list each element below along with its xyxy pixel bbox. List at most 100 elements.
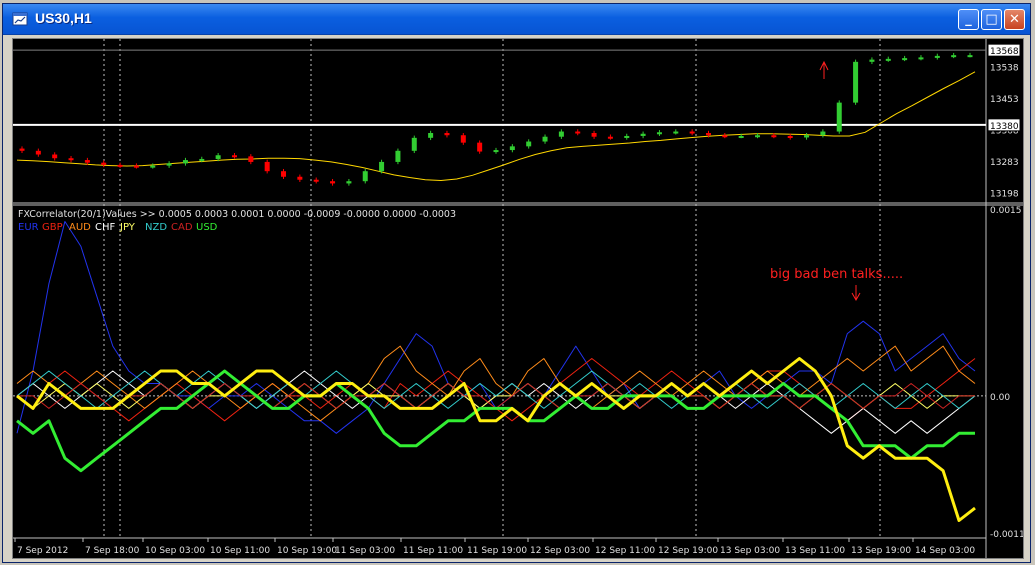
candle-body [313,179,319,182]
candle-body [493,150,499,153]
candle-body [281,171,287,177]
candle-body [428,133,434,138]
indicator-series-nzd [16,370,976,409]
candle-body [624,135,630,138]
indicator-series-gbp [16,358,976,422]
price-tick-label: 13453 [990,95,1019,105]
candle-body [231,155,237,158]
candle-body [248,156,254,162]
candle-body [853,61,859,103]
price-tick-label: 13538 [990,63,1019,73]
x-axis-label: 14 Sep 03:00 [915,546,975,556]
x-axis-label: 7 Sep 18:00 [85,546,140,556]
window-title: US30,H1 [35,10,92,26]
indicator-series-chf [16,370,976,434]
candle-body [689,131,695,134]
legend-nzd: NZD [145,222,167,233]
candle-body [444,133,450,136]
candle-body [836,102,842,132]
maximize-button[interactable]: □ [981,9,1002,30]
window-titlebar[interactable]: US30,H1 _ □ ✕ [3,4,1030,35]
candle-body [19,148,25,151]
candle-body [395,150,401,162]
x-axis-label: 12 Sep 19:00 [658,546,718,556]
price-panel [13,39,1023,558]
x-axis-label: 10 Sep 19:00 [277,546,337,556]
indicator-tick-label: 0.00 [990,393,1010,403]
candle-body [771,135,777,138]
close-button[interactable]: ✕ [1004,9,1025,30]
price-tick-label: 13283 [990,158,1019,168]
minimize-button[interactable]: _ [958,9,979,30]
candle-body [477,142,483,152]
indicator-tick-label: -0.0011 [990,530,1023,540]
chart-area[interactable]: 135381345313368132831319813568133800.001… [12,38,1025,559]
candle-body [705,133,711,136]
candle-body [199,158,205,161]
x-axis-label: 11 Sep 03:00 [335,546,395,556]
candle-body [362,171,368,182]
candle-body [558,131,564,137]
candle-body [575,131,581,134]
candle-body [166,163,172,166]
candle-body [820,131,826,136]
candle-body [117,164,123,167]
level-price-label: 13380 [990,122,1019,132]
candle-body [509,146,515,151]
candle-body [84,160,90,163]
candle-body [607,136,613,139]
candle-body [934,55,940,58]
candle-body [902,58,908,61]
legend-chf: CHF [95,222,116,233]
chart-window: US30,H1 _ □ ✕ 13538134531336813283131981… [2,3,1031,563]
candle-body [182,160,188,164]
annotation-text: big bad ben talks..... [770,267,903,282]
candle-body [52,154,58,159]
candle-body [346,181,352,184]
candle-body [330,181,336,184]
legend-usd: USD [196,222,218,233]
candle-body [640,133,646,136]
legend-cad: CAD [171,222,193,233]
candle-body [35,150,41,155]
x-axis-label: 10 Sep 03:00 [145,546,205,556]
x-axis-label: 7 Sep 2012 [17,546,68,556]
x-axis-label: 13 Sep 19:00 [851,546,911,556]
candle-body [460,135,466,143]
candle-body [526,141,532,147]
candle-body [379,161,385,172]
legend-eur: EUR [18,222,39,233]
candle-body [967,55,973,58]
candle-body [215,155,221,159]
candle-body [755,135,761,138]
candle-body [738,135,744,138]
candle-body [804,135,810,138]
candle-body [885,58,891,61]
current-price-label: 13568 [990,47,1019,57]
legend-jpy: JPY [119,222,136,233]
candle-body [411,137,417,151]
candle-body [918,57,924,60]
indicator-values-label: FXCorrelator(20/1)Values >> 0.0005 0.000… [18,209,456,220]
x-axis-label: 13 Sep 11:00 [785,546,845,556]
candle-body [264,161,270,172]
indicator-tick-label: 0.0015 [990,206,1022,216]
candle-body [787,135,793,138]
candle-body [869,59,875,62]
candle-body [101,162,107,165]
candle-body [722,135,728,138]
x-axis-label: 11 Sep 19:00 [467,546,527,556]
candle-body [673,131,679,134]
annotation-arrow-down [851,285,861,302]
candle-body [68,158,74,161]
candle-body [150,165,156,168]
legend-aud: AUD [69,222,91,233]
x-axis-label: 11 Sep 11:00 [403,546,463,556]
indicator-series-eur [16,221,976,434]
candle-body [297,176,303,180]
candle-body [951,55,957,58]
candle-body [656,132,662,135]
indicator-legend: EUR GBP AUD CHF JPY NZD CAD USD [18,222,218,233]
x-axis-label: 13 Sep 03:00 [720,546,780,556]
x-axis-label: 12 Sep 11:00 [595,546,655,556]
